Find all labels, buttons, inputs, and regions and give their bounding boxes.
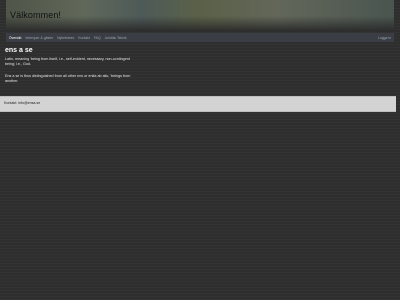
nav-item-juridisk[interactable]: Juridisk Teknik bbox=[105, 36, 127, 40]
nav-item-newsletter[interactable]: Nyhetsbrev bbox=[57, 36, 74, 40]
description-paragraph: Ens a se is thus distinguished from all … bbox=[5, 74, 131, 84]
page-title: ens a se bbox=[5, 47, 33, 54]
nav-item-contact[interactable]: Kontakt bbox=[78, 36, 90, 40]
nav-item-overview[interactable]: Översikt bbox=[9, 36, 21, 40]
nav-item-faq[interactable]: FAQ bbox=[94, 36, 101, 40]
contact-text: Kontakt: info@ensa.se bbox=[4, 101, 41, 105]
nav-item-interviews[interactable]: Intervjuer & gäster bbox=[25, 36, 53, 40]
nav-bar: Översikt Intervjuer & gäster Nyhetsbrev … bbox=[6, 33, 394, 42]
site-title: Välkommen! bbox=[10, 10, 62, 20]
header-banner: Välkommen! bbox=[6, 0, 394, 30]
definition-paragraph: Latin, meaning 'being from itself, i.e.,… bbox=[5, 57, 130, 67]
login-link[interactable]: Logga in bbox=[378, 36, 391, 40]
main-content: ens a se Latin, meaning 'being from itse… bbox=[5, 47, 205, 83]
contact-bar: Kontakt: info@ensa.se bbox=[0, 96, 396, 112]
